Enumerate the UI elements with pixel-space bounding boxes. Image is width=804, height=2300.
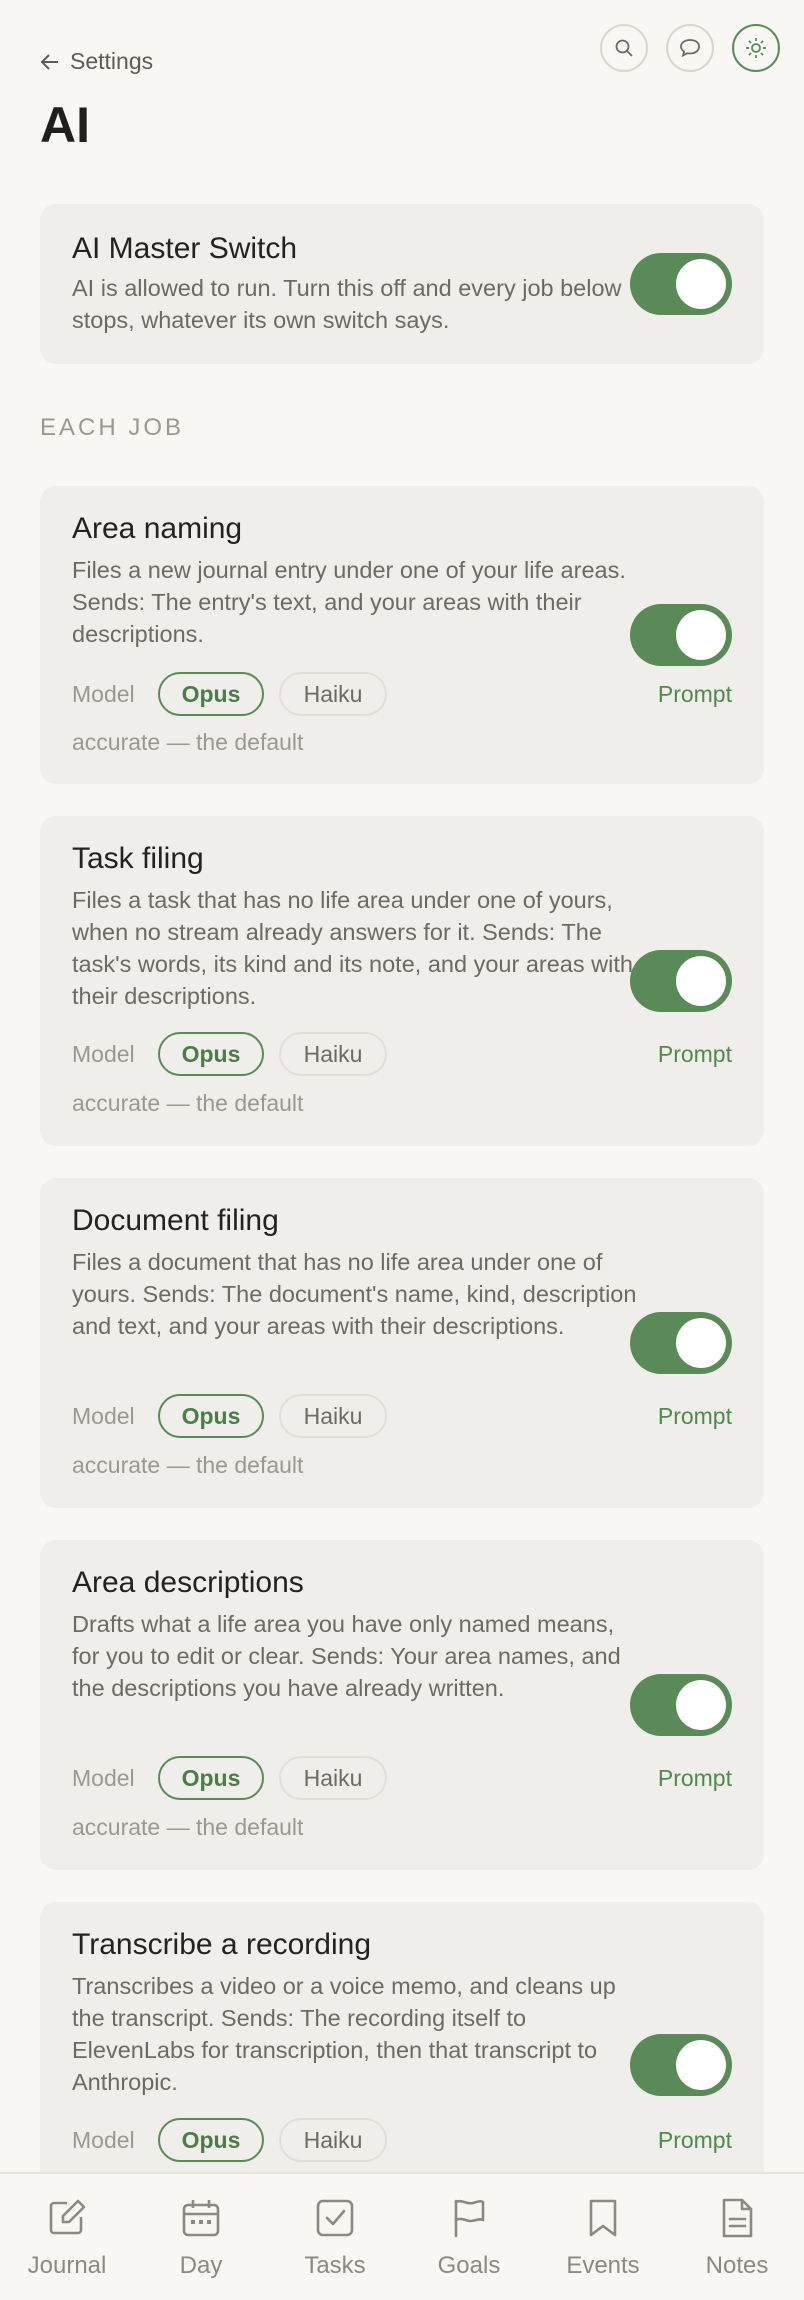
job-title: Area descriptions [72,1566,304,1599]
prompt-link[interactable]: Prompt [658,681,732,708]
job-card-document-filing: Document filing Files a document that ha… [40,1178,764,1508]
toggle-knob [676,956,726,1006]
nav-item-day[interactable]: Day [134,2196,268,2280]
nav-label: Journal [27,2252,107,2279]
model-note: accurate — the default [72,729,304,755]
nav-label: Notes [705,2252,769,2279]
nav-label: Day [179,2252,223,2279]
job-title: Area naming [72,512,243,545]
model-row: Model Opus Haiku Prompt [72,1394,732,1438]
model-row: Model Opus Haiku Prompt [72,1032,732,1076]
back-to-settings-link[interactable]: Settings [40,48,153,75]
toggle-knob [676,2040,726,2090]
nav-item-notes[interactable]: Notes [670,2196,804,2280]
model-label: Model [72,1041,135,1067]
toggle-knob [676,610,726,660]
model-row: Model Opus Haiku Prompt [72,672,732,716]
prompt-link[interactable]: Prompt [658,1403,732,1430]
nav-label: Goals [437,2252,501,2279]
back-label: Settings [70,48,154,74]
bottom-nav: Journal Day Tasks Goals Events Notes [0,2172,804,2300]
prompt-link[interactable]: Prompt [658,1041,732,1068]
job-toggle[interactable] [630,2034,732,2096]
job-toggle[interactable] [630,950,732,1012]
model-note: accurate — the default [72,1452,304,1478]
job-description: Files a task that has no life area under… [72,887,633,1009]
nav-item-goals[interactable]: Goals [402,2196,536,2280]
model-option-haiku[interactable]: Haiku [279,1394,387,1438]
model-option-haiku[interactable]: Haiku [279,2118,387,2162]
pencil-icon [49,2199,86,2235]
model-option-opus[interactable]: Opus [158,1756,264,1800]
flag-icon [454,2199,485,2238]
job-toggle[interactable] [630,604,732,666]
prompt-link[interactable]: Prompt [658,1765,732,1792]
prompt-link[interactable]: Prompt [658,2127,732,2154]
document-icon [722,2198,753,2238]
model-option-haiku[interactable]: Haiku [279,1756,387,1800]
bookmark-icon [589,2199,617,2237]
job-title: Transcribe a recording [72,1928,372,1961]
master-switch-title: AI Master Switch [72,232,298,265]
master-switch-description: AI is allowed to run. Turn this off and … [72,275,622,333]
master-switch-toggle[interactable] [630,253,732,315]
header-actions [600,24,780,72]
model-option-opus[interactable]: Opus [158,2118,264,2162]
job-title: Task filing [72,842,204,875]
job-card-task-filing: Task filing Files a task that has no lif… [40,816,764,1146]
job-description: Transcribes a video or a voice memo, and… [72,1973,616,2095]
nav-item-journal[interactable]: Journal [0,2196,134,2280]
chat-icon [680,39,700,58]
nav-item-events[interactable]: Events [536,2196,670,2280]
model-label: Model [72,1765,135,1791]
search-icon [615,39,633,57]
model-option-haiku[interactable]: Haiku [279,672,387,716]
job-description: Drafts what a life area you have only na… [72,1611,621,1701]
nav-label: Tasks [304,2252,366,2279]
toggle-knob [676,1680,726,1730]
toggle-knob [676,259,726,309]
job-toggle[interactable] [630,1312,732,1374]
model-option-opus[interactable]: Opus [158,1032,264,1076]
page-title: AI [40,97,90,153]
toggle-knob [676,1318,726,1368]
model-note: accurate — the default [72,1090,304,1116]
model-row: Model Opus Haiku Prompt [72,2118,732,2162]
job-description: Files a document that has no life area u… [72,1249,637,1339]
model-option-opus[interactable]: Opus [158,672,264,716]
search-button[interactable] [600,24,648,72]
sun-icon [746,38,766,58]
model-label: Model [72,681,135,707]
nav-item-tasks[interactable]: Tasks [268,2196,402,2280]
job-toggle[interactable] [630,1674,732,1736]
model-option-haiku[interactable]: Haiku [279,1032,387,1076]
theme-button[interactable] [732,24,780,72]
job-card-area-descriptions: Area descriptions Drafts what a life are… [40,1540,764,1870]
model-label: Model [72,2127,135,2153]
model-row: Model Opus Haiku Prompt [72,1756,732,1800]
checkbox-icon [316,2199,354,2237]
job-description: Files a new journal entry under one of y… [72,557,626,647]
model-note: accurate — the default [72,1814,304,1840]
section-label: EACH JOB [40,414,185,441]
arrow-left-icon [40,53,58,70]
calendar-icon [182,2200,220,2237]
nav-label: Events [566,2252,640,2279]
chat-button[interactable] [666,24,714,72]
job-title: Document filing [72,1204,279,1237]
model-label: Model [72,1403,135,1429]
job-card-area-naming: Area naming Files a new journal entry un… [40,486,764,784]
master-switch-card: AI Master Switch AI is allowed to run. T… [40,204,764,364]
model-option-opus[interactable]: Opus [158,1394,264,1438]
